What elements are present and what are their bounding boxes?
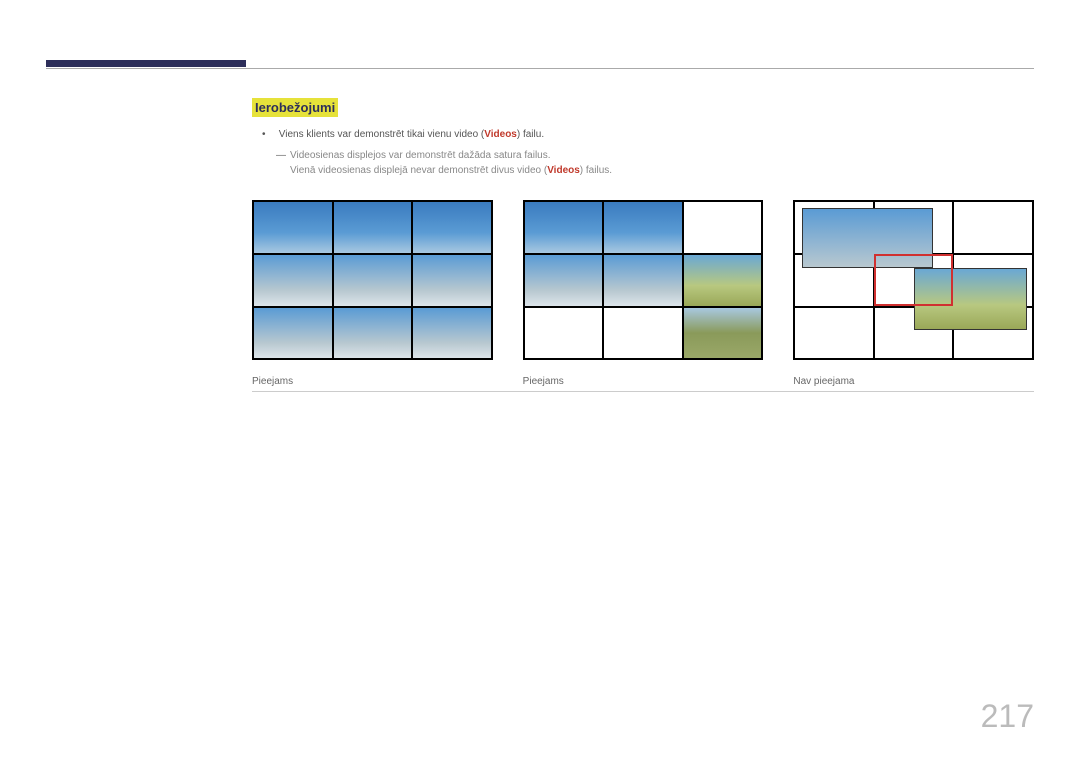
content-block: Ierobežojumi Viens klients var demonstrē…: [252, 98, 1034, 176]
bullet-list: Viens klients var demonstrēt tikai vienu…: [252, 129, 1034, 140]
grid-cell: [413, 202, 491, 253]
grid-cell: [334, 255, 412, 306]
grid-cell: [604, 202, 682, 253]
grid-cell: [334, 308, 412, 359]
bullet-text-post: ) failu.: [517, 129, 544, 140]
overlay-image-2: [914, 268, 1028, 331]
grid-cell: [413, 255, 491, 306]
grid-2: [523, 200, 764, 360]
grid-cell: [525, 255, 603, 306]
caption-1: Pieejams: [252, 376, 493, 387]
video-grid: [252, 200, 493, 360]
section-title: Ierobežojumi: [252, 98, 338, 117]
grid-1: [252, 200, 493, 360]
video-grid: [793, 200, 1034, 360]
grid-cell: [795, 308, 873, 359]
sub-note-line1: Videosienas displejos var demonstrēt daž…: [276, 150, 1034, 161]
page-number: 217: [981, 698, 1034, 735]
grid-cell: [604, 255, 682, 306]
grid-cell: [604, 308, 682, 359]
caption-3: Nav pieejama: [793, 376, 1034, 387]
grid-cell: [684, 255, 762, 306]
header-accent-bar: [46, 60, 246, 67]
bullet-item: Viens klients var demonstrēt tikai vienu…: [252, 129, 1034, 140]
video-grid: [523, 200, 764, 360]
grid-cell: [525, 308, 603, 359]
grid-cell: [413, 308, 491, 359]
header-rule: [46, 68, 1034, 69]
subnote2-pre: Vienā videosienas displejā nevar demonst…: [290, 165, 547, 176]
caption-row: Pieejams Pieejams Nav pieejama: [252, 370, 1034, 392]
caption-2: Pieejams: [523, 376, 764, 387]
overlay-image-1: [802, 208, 932, 267]
grid-cell: [334, 202, 412, 253]
sub-note-line2: Vienā videosienas displejā nevar demonst…: [290, 165, 1034, 176]
videos-bold: Videos: [484, 129, 517, 140]
grid-3: [793, 200, 1034, 360]
grid-cell: [254, 308, 332, 359]
grids-row: [252, 200, 1034, 360]
grid-cell: [954, 202, 1032, 253]
grid-cell: [254, 255, 332, 306]
videos-bold-2: Videos: [547, 165, 580, 176]
grid-cell: [684, 308, 762, 359]
grid-cell: [525, 202, 603, 253]
grid-cell: [684, 202, 762, 253]
grid-cell: [254, 202, 332, 253]
subnote2-post: ) failus.: [580, 165, 612, 176]
bullet-text-pre: Viens klients var demonstrēt tikai vienu…: [279, 129, 484, 140]
